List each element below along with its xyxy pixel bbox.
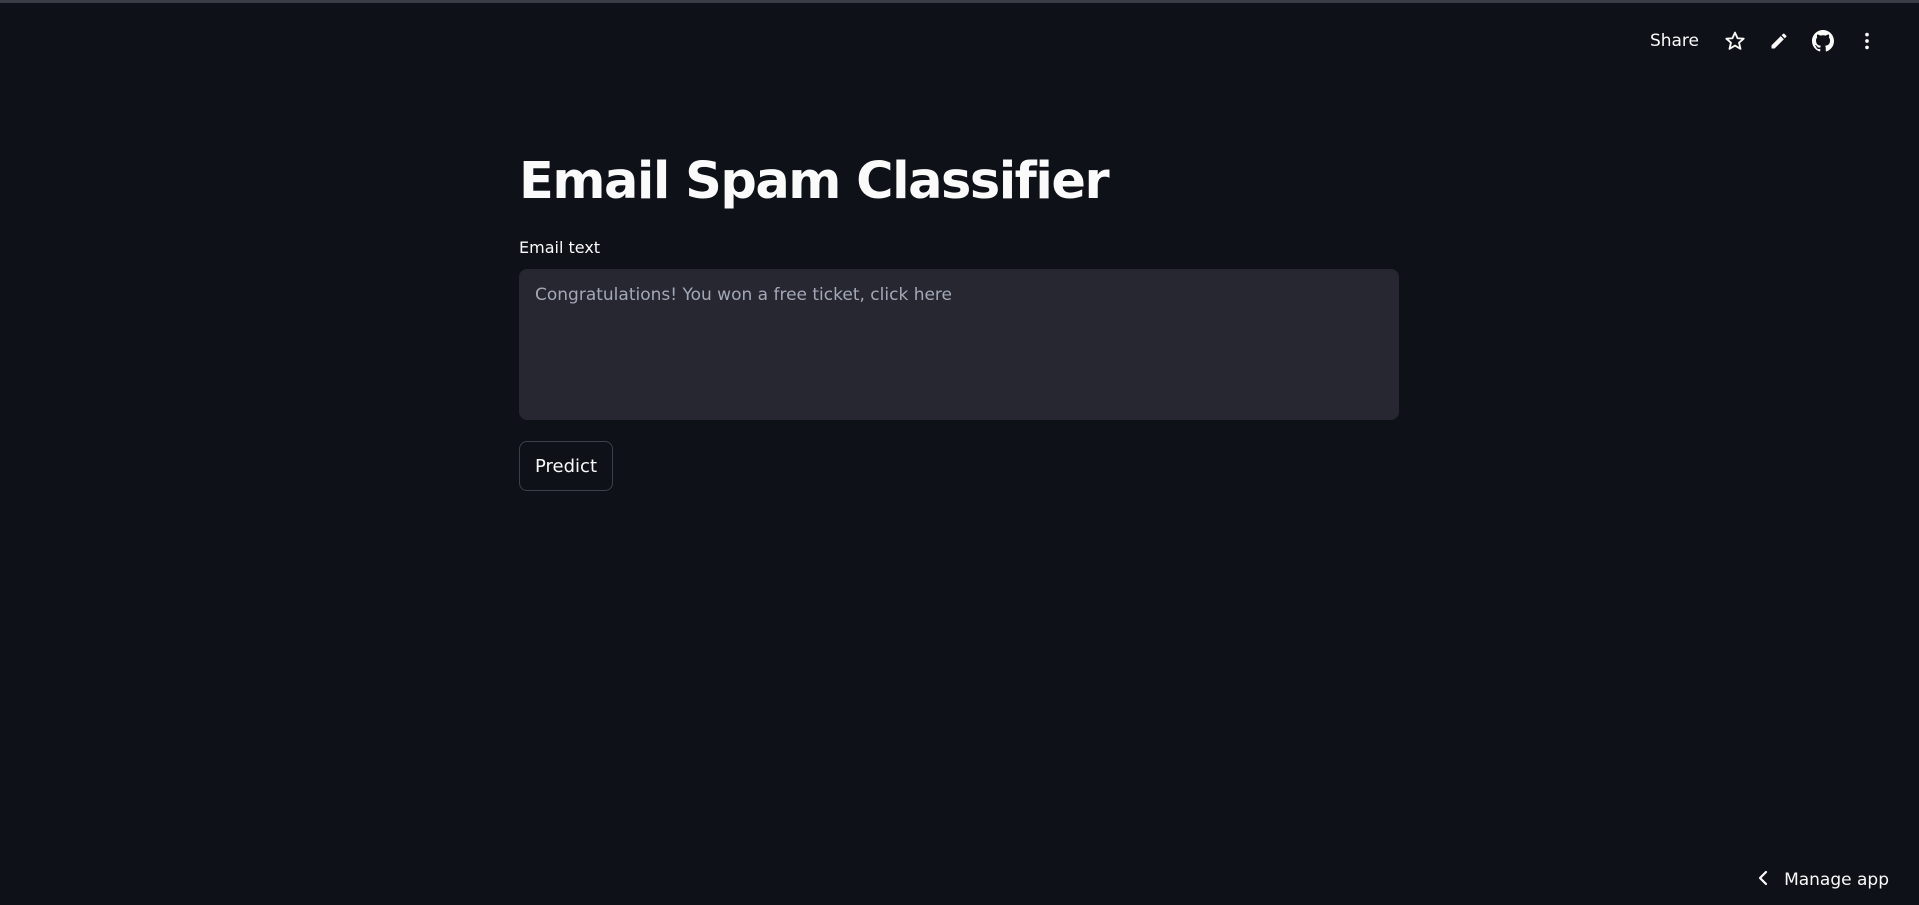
more-vertical-icon (1856, 30, 1878, 52)
chevron-left-icon (1756, 870, 1770, 890)
star-icon (1724, 30, 1746, 52)
email-text-label: Email text (519, 238, 601, 257)
app-toolbar: Share (1636, 22, 1889, 60)
manage-app-label: Manage app (1784, 870, 1889, 890)
top-decoration-bar (0, 0, 1919, 3)
manage-app-button[interactable]: Manage app (1756, 867, 1889, 893)
edit-button[interactable] (1757, 22, 1801, 60)
email-text-input[interactable] (519, 269, 1399, 420)
page-title: Email Spam Classifier (519, 152, 1110, 211)
github-icon (1812, 30, 1834, 52)
pencil-icon (1769, 31, 1789, 51)
github-button[interactable] (1801, 22, 1845, 60)
star-button[interactable] (1713, 22, 1757, 60)
more-options-button[interactable] (1845, 22, 1889, 60)
share-button[interactable]: Share (1636, 22, 1713, 60)
predict-button[interactable]: Predict (519, 441, 613, 491)
